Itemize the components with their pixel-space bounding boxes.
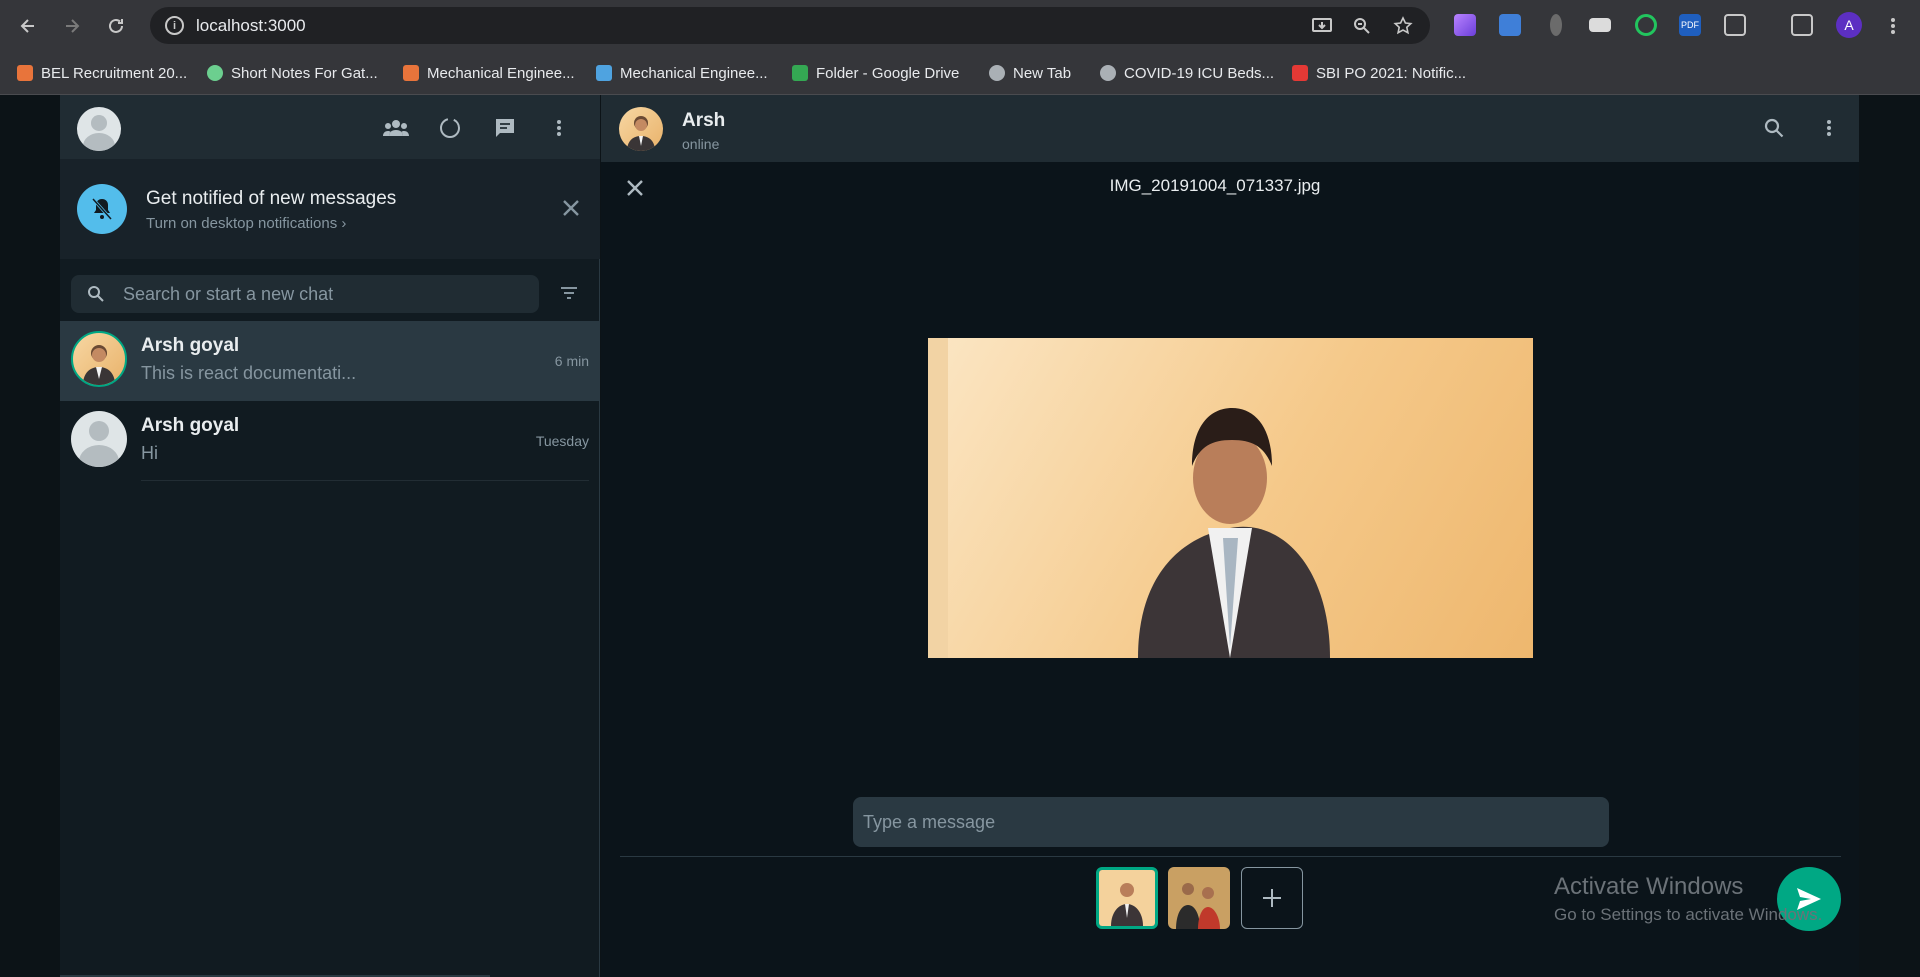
extension-icon[interactable]: [1635, 14, 1657, 36]
bookmark-item[interactable]: New Tab: [989, 62, 1071, 84]
bell-off-icon: [77, 184, 127, 234]
media-thumbnail-selected[interactable]: [1096, 867, 1158, 929]
add-media-button[interactable]: [1241, 867, 1303, 929]
install-app-icon[interactable]: [1310, 14, 1334, 38]
activate-windows-title: Activate Windows: [1554, 873, 1744, 900]
url-text[interactable]: localhost:3000: [196, 16, 306, 36]
file-name: IMG_20191004_071337.jpg: [1109, 176, 1321, 195]
chat-list-item[interactable]: Arsh goyal This is react documentati... …: [60, 321, 600, 401]
media-thumbnail[interactable]: [1168, 867, 1230, 929]
browser-menu-icon[interactable]: [1879, 12, 1907, 40]
chat-name: Arsh goyal: [141, 415, 240, 436]
bookmark-label: Short Notes For Gat...: [231, 64, 378, 82]
reload-icon[interactable]: [102, 12, 130, 40]
bookmark-favicon-icon: [17, 65, 33, 81]
forward-arrow-icon[interactable]: [58, 12, 86, 40]
contact-name: Arsh: [682, 110, 726, 131]
conversation-header[interactable]: Arsh online: [601, 95, 1859, 162]
chat-name: Arsh goyal: [141, 335, 240, 356]
menu-icon[interactable]: [546, 115, 572, 141]
bookmark-item[interactable]: BEL Recruitment 20...: [17, 62, 187, 84]
status-icon[interactable]: [437, 115, 463, 141]
contact-status: online: [682, 136, 720, 152]
sidebar-header: [60, 95, 600, 159]
back-arrow-icon[interactable]: [14, 12, 42, 40]
contact-avatar: [71, 331, 127, 387]
bookmark-item[interactable]: Short Notes For Gat...: [207, 62, 378, 84]
bookmark-favicon-icon: [1292, 65, 1308, 81]
site-info-icon[interactable]: i: [165, 16, 184, 35]
address-bar[interactable]: i localhost:3000: [150, 7, 1430, 44]
divider: [620, 856, 1841, 857]
globe-icon: [1100, 65, 1116, 81]
bookmark-item[interactable]: Folder - Google Drive: [792, 62, 959, 84]
close-icon[interactable]: [558, 195, 584, 221]
bookmark-favicon-icon: [403, 65, 419, 81]
notification-banner[interactable]: Get notified of new messages Turn on des…: [60, 159, 600, 259]
bookmarks-bar: BEL Recruitment 20... Short Notes For Ga…: [0, 51, 1920, 95]
profile-avatar[interactable]: A: [1836, 12, 1862, 38]
conversation-pane: Arsh online IMG_20191004_071337.jpg: [601, 95, 1859, 977]
new-chat-icon[interactable]: [492, 115, 518, 141]
bookmark-label: BEL Recruitment 20...: [41, 64, 188, 82]
chat-timestamp: 6 min: [554, 353, 589, 369]
media-preview-image: [928, 338, 1533, 658]
contact-avatar[interactable]: [619, 107, 663, 151]
bookmark-item[interactable]: COVID-19 ICU Beds...: [1100, 62, 1274, 84]
communities-icon[interactable]: [383, 115, 409, 141]
activate-windows-subtitle: Go to Settings to activate Windows.: [1554, 905, 1823, 924]
bookmark-label: Folder - Google Drive: [816, 64, 960, 82]
chat-list-item[interactable]: Arsh goyal Hi Tuesday: [60, 401, 600, 481]
extension-icon[interactable]: [1589, 18, 1611, 32]
browser-toolbar: i localhost:3000 PDF A: [0, 0, 1920, 51]
whatsapp-app: Get notified of new messages Turn on des…: [0, 95, 1920, 977]
bookmark-star-icon[interactable]: [1391, 14, 1415, 38]
bookmark-label: COVID-19 ICU Beds...: [1124, 64, 1275, 82]
chat-last-message: This is react documentati...: [141, 363, 357, 383]
divider: [141, 480, 589, 481]
chat-timestamp: Tuesday: [535, 433, 589, 449]
menu-icon[interactable]: [1816, 115, 1842, 141]
search-input[interactable]: [111, 275, 531, 313]
pdf-extension-icon[interactable]: PDF: [1679, 14, 1701, 36]
side-panel-icon[interactable]: [1791, 14, 1813, 36]
globe-icon: [989, 65, 1005, 81]
bookmark-label: Mechanical Enginee...: [620, 64, 768, 82]
extension-icon[interactable]: [1499, 14, 1521, 36]
bookmark-label: New Tab: [1013, 64, 1072, 82]
extension-icon[interactable]: [1550, 14, 1562, 36]
contact-avatar: [71, 411, 127, 467]
chat-last-message: Hi: [141, 443, 158, 463]
bookmark-favicon-icon: [596, 65, 612, 81]
bookmark-item[interactable]: Mechanical Enginee...: [403, 62, 575, 84]
search-icon: [88, 286, 104, 302]
bookmark-item[interactable]: Mechanical Enginee...: [596, 62, 768, 84]
zoom-icon[interactable]: [1350, 14, 1374, 38]
my-avatar[interactable]: [77, 107, 121, 151]
plus-icon: [1263, 889, 1281, 907]
bookmark-item[interactable]: SBI PO 2021: Notific...: [1292, 62, 1466, 84]
google-drive-icon: [792, 65, 808, 81]
extension-icon[interactable]: [1454, 14, 1476, 36]
notification-title: Get notified of new messages: [146, 188, 397, 209]
bookmark-label: Mechanical Enginee...: [427, 64, 575, 82]
extensions-puzzle-icon[interactable]: [1724, 14, 1746, 36]
caption-input[interactable]: [853, 797, 1609, 847]
filter-icon[interactable]: [557, 281, 581, 305]
chat-sidebar: Get notified of new messages Turn on des…: [60, 95, 600, 977]
bookmark-label: SBI PO 2021: Notific...: [1316, 64, 1467, 82]
notification-link[interactable]: Turn on desktop notifications ›: [146, 215, 346, 232]
search-box[interactable]: [71, 275, 539, 313]
search-icon[interactable]: [1761, 115, 1787, 141]
bookmark-favicon-icon: [207, 65, 223, 81]
